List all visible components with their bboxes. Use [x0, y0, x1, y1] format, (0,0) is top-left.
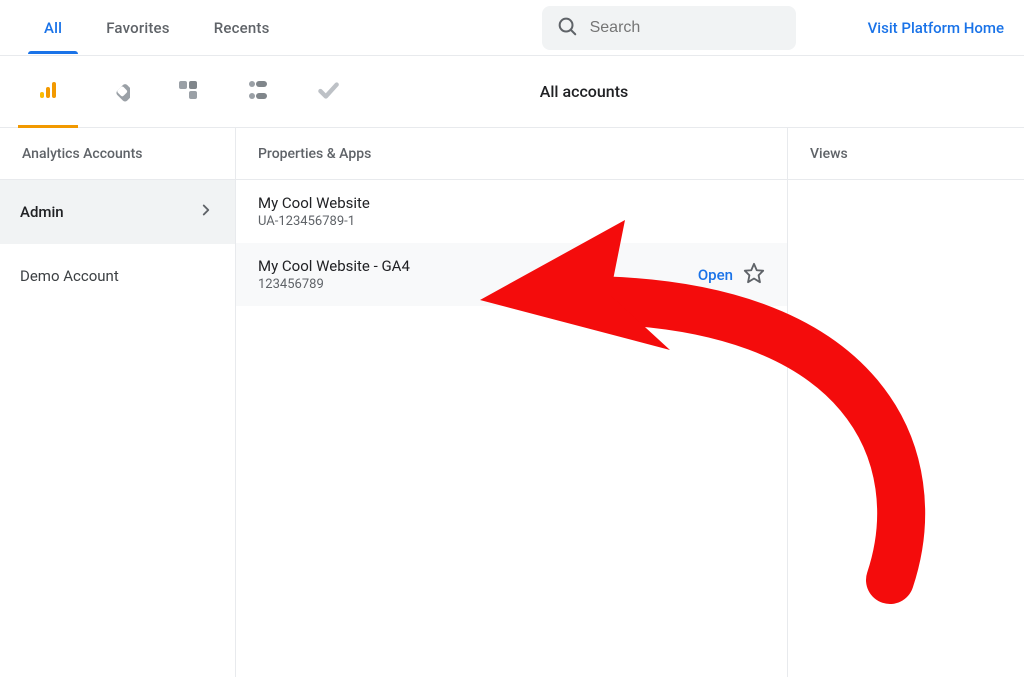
tag-manager-icon [106, 78, 130, 106]
visit-platform-home-link[interactable]: Visit Platform Home [868, 19, 1004, 37]
analytics-product-tab[interactable] [32, 64, 64, 120]
open-button[interactable]: Open [698, 266, 733, 284]
views-column [788, 180, 1024, 677]
account-item-demo[interactable]: Demo Account [0, 244, 235, 308]
chevron-right-icon [197, 201, 215, 223]
views-column-header: Views [788, 128, 1024, 179]
data-studio-icon [246, 78, 270, 106]
data-studio-product-tab[interactable] [242, 64, 274, 120]
tab-all[interactable]: All [40, 3, 66, 53]
tag-manager-product-tab[interactable] [102, 64, 134, 120]
tab-favorites[interactable]: Favorites [102, 3, 174, 53]
account-label: Admin [20, 203, 64, 221]
product-row: All accounts [0, 56, 1024, 128]
top-bar: All Favorites Recents Visit Platform Hom… [0, 0, 1024, 56]
properties-column-header: Properties & Apps [236, 128, 788, 179]
property-id: UA-123456789-1 [258, 214, 765, 229]
column-headers: Analytics Accounts Properties & Apps Vie… [0, 128, 1024, 180]
properties-column: My Cool Website UA-123456789-1 My Cool W… [236, 180, 788, 677]
property-item[interactable]: My Cool Website UA-123456789-1 [236, 180, 787, 243]
search-input[interactable] [588, 18, 782, 38]
search-box[interactable] [542, 6, 796, 50]
top-tabs: All Favorites Recents [12, 3, 274, 53]
surveys-product-tab[interactable] [312, 64, 344, 120]
account-item-admin[interactable]: Admin [0, 180, 235, 244]
analytics-icon [36, 78, 60, 106]
accounts-column-header: Analytics Accounts [0, 128, 236, 179]
product-tabs [0, 64, 344, 120]
tab-recents[interactable]: Recents [210, 3, 274, 53]
accounts-column: Admin Demo Account [0, 180, 236, 677]
property-title: My Cool Website [258, 194, 765, 212]
all-accounts-label: All accounts [344, 82, 1024, 101]
search-icon [556, 15, 578, 41]
check-icon [315, 77, 341, 107]
star-icon[interactable] [743, 262, 765, 288]
property-id: 123456789 [258, 277, 688, 292]
property-item-ga4[interactable]: My Cool Website - GA4 123456789 Open [236, 243, 787, 306]
account-label: Demo Account [20, 267, 119, 285]
optimize-icon [176, 78, 200, 106]
property-text: My Cool Website UA-123456789-1 [258, 194, 765, 229]
columns-body: Admin Demo Account My Cool Website UA-12… [0, 180, 1024, 677]
optimize-product-tab[interactable] [172, 64, 204, 120]
property-text: My Cool Website - GA4 123456789 [258, 257, 688, 292]
property-title: My Cool Website - GA4 [258, 257, 688, 275]
